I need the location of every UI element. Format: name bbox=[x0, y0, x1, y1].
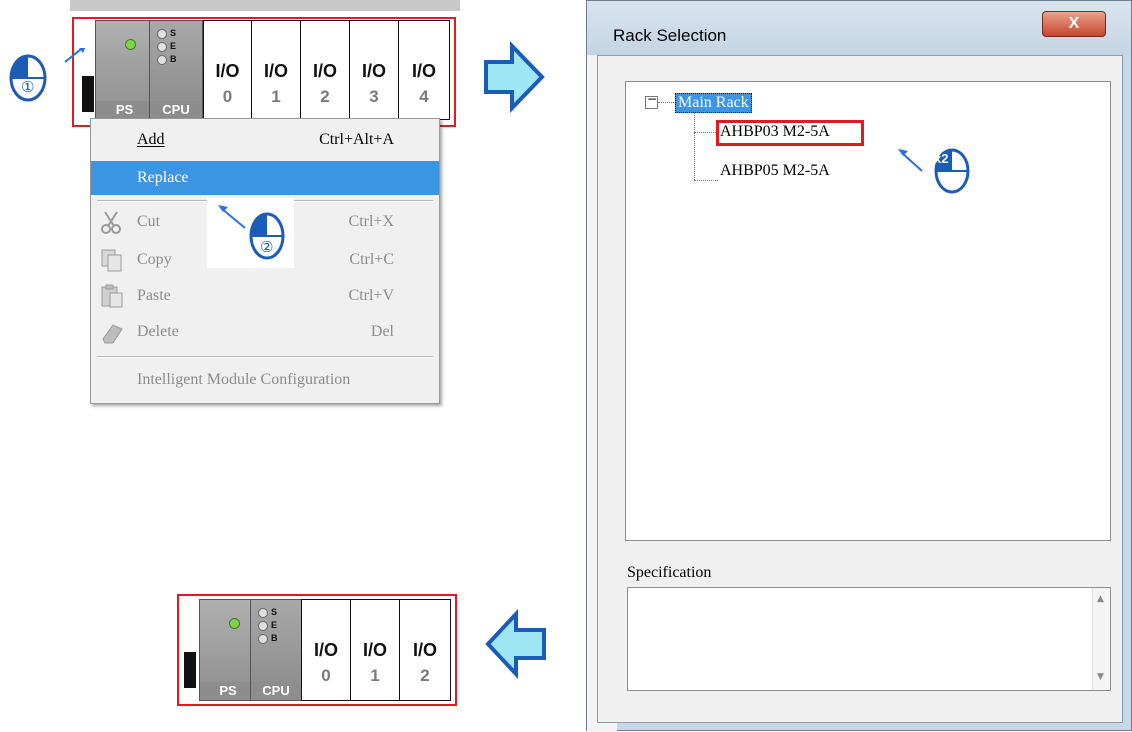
scroll-down-icon[interactable]: ▼ bbox=[1097, 672, 1104, 682]
bottom-rack: PS S E B CPU I/O 0 I/O 1 I/O 2 bbox=[177, 594, 457, 706]
tree-connector bbox=[694, 112, 695, 180]
specification-label: Specification bbox=[627, 564, 712, 581]
arrow-left-icon bbox=[485, 609, 546, 679]
top-rack: PS S E B CPU I/O 0 I/O 1 I/O 2 I/O 3 I/O… bbox=[70, 0, 460, 130]
copy-icon bbox=[101, 249, 122, 272]
menu-item-shortcut: Ctrl+V bbox=[348, 287, 394, 304]
double-click-label: x2 bbox=[934, 151, 949, 166]
step-2-number: ② bbox=[260, 238, 274, 256]
menu-item-intelligent-module-config[interactable]: Intelligent Module Configuration bbox=[91, 363, 439, 397]
menu-item-label: Replace bbox=[137, 169, 189, 186]
close-button[interactable]: X bbox=[1042, 11, 1106, 37]
menu-item-label: Copy bbox=[137, 251, 172, 268]
expander-glyph: − bbox=[647, 92, 658, 106]
tree-node-ahbp05[interactable]: AHBP05 M2-5A bbox=[720, 162, 830, 180]
menu-item-shortcut: Ctrl+X bbox=[348, 213, 394, 230]
tree-connector bbox=[694, 180, 718, 181]
menu-item-label: Paste bbox=[137, 287, 171, 304]
scroll-up-icon[interactable]: ▲ bbox=[1097, 594, 1104, 604]
menu-item-label: Intelligent Module Configuration bbox=[137, 371, 351, 388]
specification-textbox[interactable]: ▲ ▼ bbox=[627, 587, 1111, 691]
menu-item-paste[interactable]: Paste Ctrl+V bbox=[91, 279, 439, 313]
specification-scrollbar[interactable]: ▲ ▼ bbox=[1092, 588, 1110, 690]
menu-separator bbox=[97, 356, 433, 358]
menu-item-add[interactable]: Add Ctrl+Alt+A bbox=[91, 123, 439, 157]
arrow-right-icon bbox=[484, 41, 545, 113]
scissors-icon bbox=[101, 211, 121, 234]
tree-expander-icon[interactable]: − bbox=[645, 92, 658, 109]
menu-item-replace[interactable]: Replace bbox=[91, 161, 439, 195]
mouse-icon bbox=[898, 148, 970, 194]
rack-tree-view[interactable]: − Main Rack AHBP03 M2-5A AHBP05 M2-5A bbox=[625, 81, 1111, 541]
paste-icon bbox=[101, 284, 123, 308]
ahbp03-highlight-frame bbox=[716, 120, 864, 146]
rack-highlight-frame bbox=[177, 594, 457, 706]
menu-item-shortcut: Ctrl+Alt+A bbox=[319, 131, 394, 148]
mouse-icon bbox=[218, 205, 285, 260]
dialog-title: Rack Selection bbox=[613, 26, 727, 45]
double-click-marker: x2 bbox=[894, 141, 982, 201]
rack-background bbox=[70, 0, 460, 11]
rack-selection-dialog: Rack Selection X − Main Rack AHBP03 M2-5… bbox=[586, 0, 1132, 732]
tree-connector bbox=[658, 102, 674, 103]
eraser-icon bbox=[102, 324, 123, 344]
tree-node-main-rack[interactable]: Main Rack bbox=[675, 93, 752, 113]
menu-item-delete[interactable]: Delete Del bbox=[91, 315, 439, 349]
step-1-number: ① bbox=[21, 78, 35, 96]
mouse-click-marker-2: ② bbox=[207, 198, 294, 268]
mouse-click-marker-1: ① bbox=[8, 44, 98, 108]
menu-item-shortcut: Ctrl+C bbox=[349, 251, 394, 268]
menu-item-label: Add bbox=[137, 131, 165, 148]
tree-connector bbox=[694, 132, 718, 133]
menu-item-label: Delete bbox=[137, 323, 179, 340]
rack-highlight-frame bbox=[72, 17, 456, 127]
menu-item-shortcut: Del bbox=[370, 323, 394, 340]
menu-item-label: Cut bbox=[137, 213, 161, 230]
